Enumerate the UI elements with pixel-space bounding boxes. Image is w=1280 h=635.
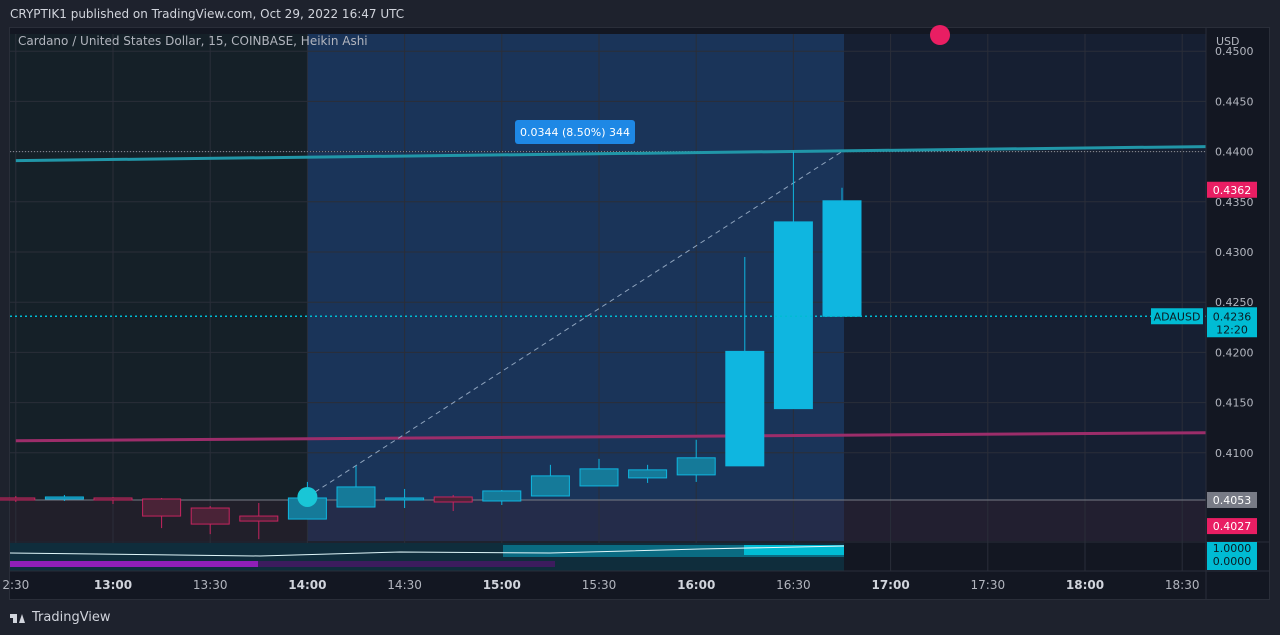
- candle-body: [773, 221, 813, 410]
- lower-band: [10, 499, 1206, 542]
- candle-body: [0, 497, 36, 501]
- time-tick: 14:00: [288, 578, 326, 592]
- time-tick: 16:00: [677, 578, 715, 592]
- price-tick: 0.4500: [1215, 45, 1254, 58]
- price-badge-label: 0.4053: [1213, 494, 1252, 507]
- time-tick: 17:00: [871, 578, 909, 592]
- post-region: [844, 34, 1206, 541]
- candle-body: [385, 497, 425, 501]
- candle-body: [190, 507, 230, 525]
- time-tick: 17:30: [971, 578, 1006, 592]
- time-tick: 14:30: [387, 578, 422, 592]
- time-tick: 13:30: [193, 578, 228, 592]
- time-tick: 15:00: [483, 578, 521, 592]
- alert-dot: [930, 25, 950, 45]
- time-tick: 18:00: [1066, 578, 1104, 592]
- candle-body: [433, 496, 473, 503]
- price-tick: 0.4150: [1215, 397, 1254, 410]
- candle-body: [676, 457, 716, 476]
- current-price-label: 0.4236: [1213, 310, 1252, 323]
- candle-body: [239, 515, 279, 522]
- time-tick: 13:00: [94, 578, 132, 592]
- measure-start-dot: [297, 486, 318, 507]
- price-tick: 0.4300: [1215, 246, 1254, 259]
- tradingview-footer[interactable]: TradingView: [10, 610, 111, 625]
- price-tick: 0.4400: [1215, 146, 1254, 159]
- candle-body: [93, 497, 133, 501]
- price-tick: 0.4100: [1215, 447, 1254, 460]
- candle-body: [44, 496, 84, 500]
- tradingview-brand: TradingView: [32, 610, 111, 625]
- price-tick: 0.4200: [1215, 346, 1254, 359]
- countdown-label: 12:20: [1216, 323, 1248, 336]
- time-tick: 15:30: [582, 578, 617, 592]
- price-badge-label: 0.4027: [1213, 520, 1252, 533]
- candle-body: [725, 350, 765, 467]
- candle-body: [628, 469, 668, 479]
- chart-title: Cardano / United States Dollar, 15, COIN…: [18, 34, 368, 48]
- candlestick-chart[interactable]: ADAUSD0.0344 (8.50%) 344USD0.41000.41500…: [0, 0, 1280, 635]
- time-tick: 2:30: [2, 578, 29, 592]
- tradingview-logo-icon: [10, 612, 26, 624]
- symbol-label: ADAUSD: [1154, 310, 1201, 323]
- indicator-band-magenta: [10, 561, 258, 567]
- candle-body: [482, 490, 522, 502]
- price-badge-label: 0.4362: [1213, 184, 1252, 197]
- candle-body: [142, 498, 182, 517]
- time-tick: 18:30: [1165, 578, 1200, 592]
- candle-body: [579, 468, 619, 487]
- candle-body: [822, 200, 862, 317]
- pre-region: [10, 34, 307, 541]
- indicator-value: 1.0000: [1213, 542, 1252, 555]
- candle-body: [530, 475, 570, 497]
- measure-label: 0.0344 (8.50%) 344: [520, 126, 630, 139]
- indicator-value: 0.0000: [1213, 555, 1252, 568]
- time-tick: 16:30: [776, 578, 811, 592]
- price-tick: 0.4250: [1215, 296, 1254, 309]
- candle-body: [336, 486, 376, 508]
- price-tick: 0.4450: [1215, 95, 1254, 108]
